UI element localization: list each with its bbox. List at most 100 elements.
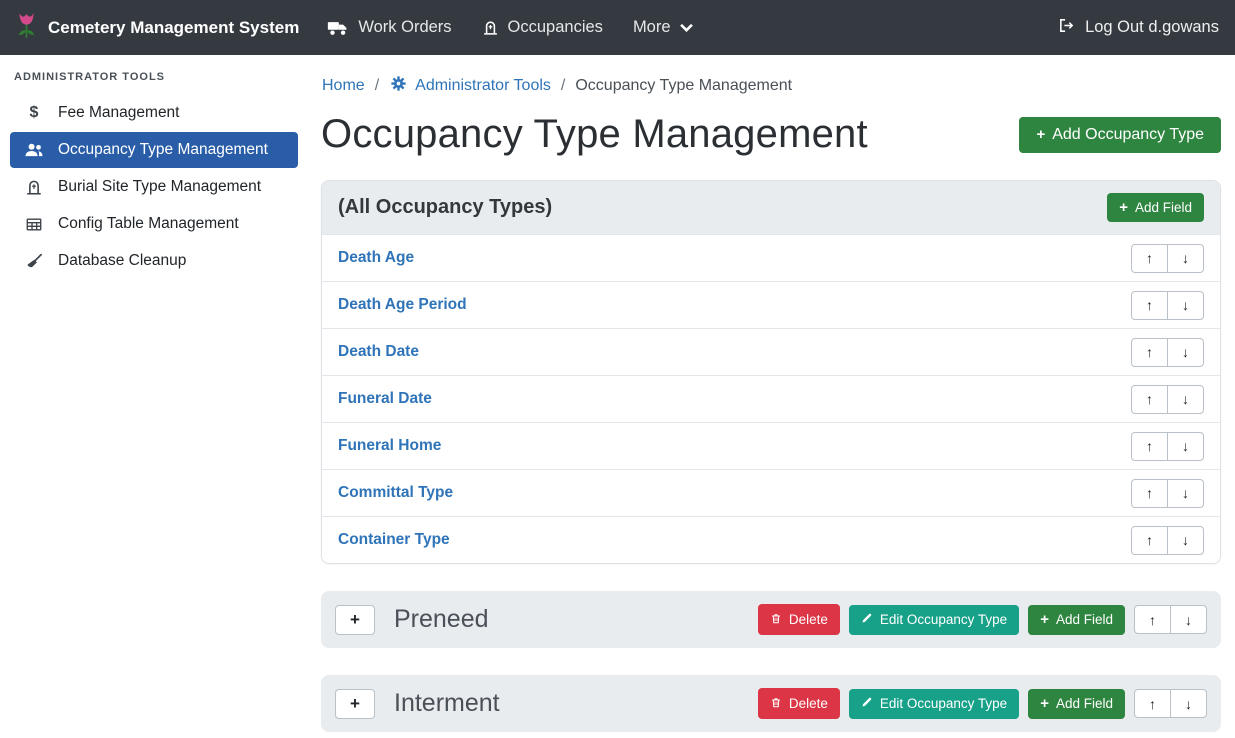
add-field-label: Add Field	[1056, 696, 1113, 711]
delete-button[interactable]: Delete	[758, 688, 840, 719]
move-up-button[interactable]: ↑	[1131, 432, 1168, 461]
arrow-down-icon: ↓	[1182, 532, 1189, 548]
field-name-link[interactable]: Committal Type	[338, 484, 453, 502]
move-up-button[interactable]: ↑	[1134, 689, 1171, 718]
reorder-button-group: ↑ ↓	[1131, 526, 1204, 555]
navbar-links: Work Orders Occupancies More	[327, 18, 692, 37]
field-name-link[interactable]: Funeral Date	[338, 390, 432, 408]
move-down-button[interactable]: ↓	[1170, 689, 1207, 718]
move-up-button[interactable]: ↑	[1131, 479, 1168, 508]
logout-button[interactable]: Log Out d.gowans	[1057, 17, 1219, 39]
card-title: (All Occupancy Types)	[338, 196, 552, 219]
gear-icon	[389, 74, 408, 98]
delete-button[interactable]: Delete	[758, 604, 840, 635]
edit-occupancy-type-button[interactable]: Edit Occupancy Type	[849, 605, 1019, 635]
reorder-button-group: ↑ ↓	[1131, 244, 1204, 273]
arrow-up-icon: ↑	[1146, 250, 1153, 266]
tulip-logo-icon	[16, 11, 37, 45]
app-title: Cemetery Management System	[48, 18, 299, 38]
move-down-button[interactable]: ↓	[1167, 432, 1204, 461]
delete-label: Delete	[789, 696, 828, 711]
field-row: Funeral Date ↑ ↓	[322, 375, 1220, 422]
expand-section-button[interactable]: +	[335, 605, 375, 635]
logout-label: Log Out d.gowans	[1085, 18, 1219, 37]
move-down-button[interactable]: ↓	[1167, 385, 1204, 414]
move-up-button[interactable]: ↑	[1131, 526, 1168, 555]
arrow-down-icon: ↓	[1182, 391, 1189, 407]
section-title: Preneed	[394, 605, 489, 634]
field-row: Container Type ↑ ↓	[322, 516, 1220, 563]
dollar-icon: $	[23, 104, 45, 122]
add-occupancy-type-label: Add Occupancy Type	[1052, 126, 1204, 144]
add-field-button[interactable]: + Add Field	[1107, 193, 1204, 222]
field-row: Committal Type ↑ ↓	[322, 469, 1220, 516]
sidebar-item-database-cleanup[interactable]: Database Cleanup	[10, 243, 298, 279]
breadcrumb-admin-tools-link[interactable]: Administrator Tools	[389, 74, 551, 98]
move-down-button[interactable]: ↓	[1167, 291, 1204, 320]
add-field-button[interactable]: + Add Field	[1028, 689, 1125, 719]
add-occupancy-type-button[interactable]: + Add Occupancy Type	[1019, 117, 1221, 153]
edit-occupancy-type-label: Edit Occupancy Type	[880, 612, 1007, 627]
plus-icon: +	[1040, 696, 1049, 711]
nav-label: Work Orders	[358, 18, 451, 37]
move-down-button[interactable]: ↓	[1167, 338, 1204, 367]
breadcrumb: Home / Administrator Tools / Occupancy T…	[322, 74, 1221, 98]
field-name-link[interactable]: Death Date	[338, 343, 419, 361]
pencil-icon	[861, 612, 873, 627]
move-up-button[interactable]: ↑	[1134, 605, 1171, 634]
sidebar-heading: ADMINISTRATOR TOOLS	[14, 71, 294, 83]
truck-icon	[327, 20, 349, 36]
move-up-button[interactable]: ↑	[1131, 385, 1168, 414]
app-brand[interactable]: Cemetery Management System	[16, 11, 299, 45]
sidebar-item-occupancy-type-management[interactable]: Occupancy Type Management	[10, 132, 298, 168]
move-down-button[interactable]: ↓	[1167, 479, 1204, 508]
field-name-link[interactable]: Container Type	[338, 531, 450, 549]
chevron-down-icon	[680, 23, 693, 32]
nav-item-work-orders[interactable]: Work Orders	[327, 18, 451, 37]
delete-label: Delete	[789, 612, 828, 627]
expand-section-button[interactable]: +	[335, 689, 375, 719]
sidebar-item-config-table-management[interactable]: Config Table Management	[10, 206, 298, 242]
reorder-button-group: ↑ ↓	[1131, 291, 1204, 320]
arrow-down-icon: ↓	[1182, 297, 1189, 313]
plus-icon: +	[1040, 612, 1049, 627]
move-up-button[interactable]: ↑	[1131, 291, 1168, 320]
section-actions: Delete Edit Occupancy Type + Add Field	[758, 688, 1207, 719]
field-row: Death Age Period ↑ ↓	[322, 281, 1220, 328]
pencil-icon	[861, 696, 873, 711]
breadcrumb-home-link[interactable]: Home	[322, 77, 365, 95]
move-up-button[interactable]: ↑	[1131, 244, 1168, 273]
plus-icon: +	[1119, 200, 1128, 215]
field-name-link[interactable]: Death Age	[338, 249, 414, 267]
move-down-button[interactable]: ↓	[1170, 605, 1207, 634]
broom-icon	[23, 252, 45, 270]
field-name-link[interactable]: Death Age Period	[338, 296, 467, 314]
occupancy-type-section: + Interment Delete	[321, 675, 1221, 732]
sidebar-item-fee-management[interactable]: $ Fee Management	[10, 95, 298, 131]
move-up-button[interactable]: ↑	[1131, 338, 1168, 367]
field-name-link[interactable]: Funeral Home	[338, 437, 441, 455]
arrow-up-icon: ↑	[1146, 297, 1153, 313]
arrow-up-icon: ↑	[1146, 438, 1153, 454]
field-row: Death Age ↑ ↓	[322, 234, 1220, 281]
add-field-label: Add Field	[1056, 612, 1113, 627]
add-field-label: Add Field	[1135, 200, 1192, 215]
add-field-button[interactable]: + Add Field	[1028, 605, 1125, 635]
monument-icon	[23, 178, 45, 196]
sidebar-item-burial-site-type-management[interactable]: Burial Site Type Management	[10, 169, 298, 205]
trash-icon	[770, 696, 782, 712]
edit-occupancy-type-button[interactable]: Edit Occupancy Type	[849, 689, 1019, 719]
users-icon	[23, 142, 45, 159]
arrow-up-icon: ↑	[1146, 391, 1153, 407]
move-down-button[interactable]: ↓	[1167, 244, 1204, 273]
nav-item-occupancies[interactable]: Occupancies	[482, 18, 603, 37]
move-down-button[interactable]: ↓	[1167, 526, 1204, 555]
nav-item-more[interactable]: More	[633, 18, 693, 37]
sidebar-item-label: Fee Management	[58, 104, 180, 122]
arrow-down-icon: ↓	[1182, 485, 1189, 501]
sidebar-item-label: Database Cleanup	[58, 252, 186, 270]
sidebar-item-label: Burial Site Type Management	[58, 178, 261, 196]
plus-icon: +	[1036, 127, 1045, 142]
reorder-button-group: ↑ ↓	[1134, 689, 1207, 718]
monument-icon	[482, 19, 499, 36]
